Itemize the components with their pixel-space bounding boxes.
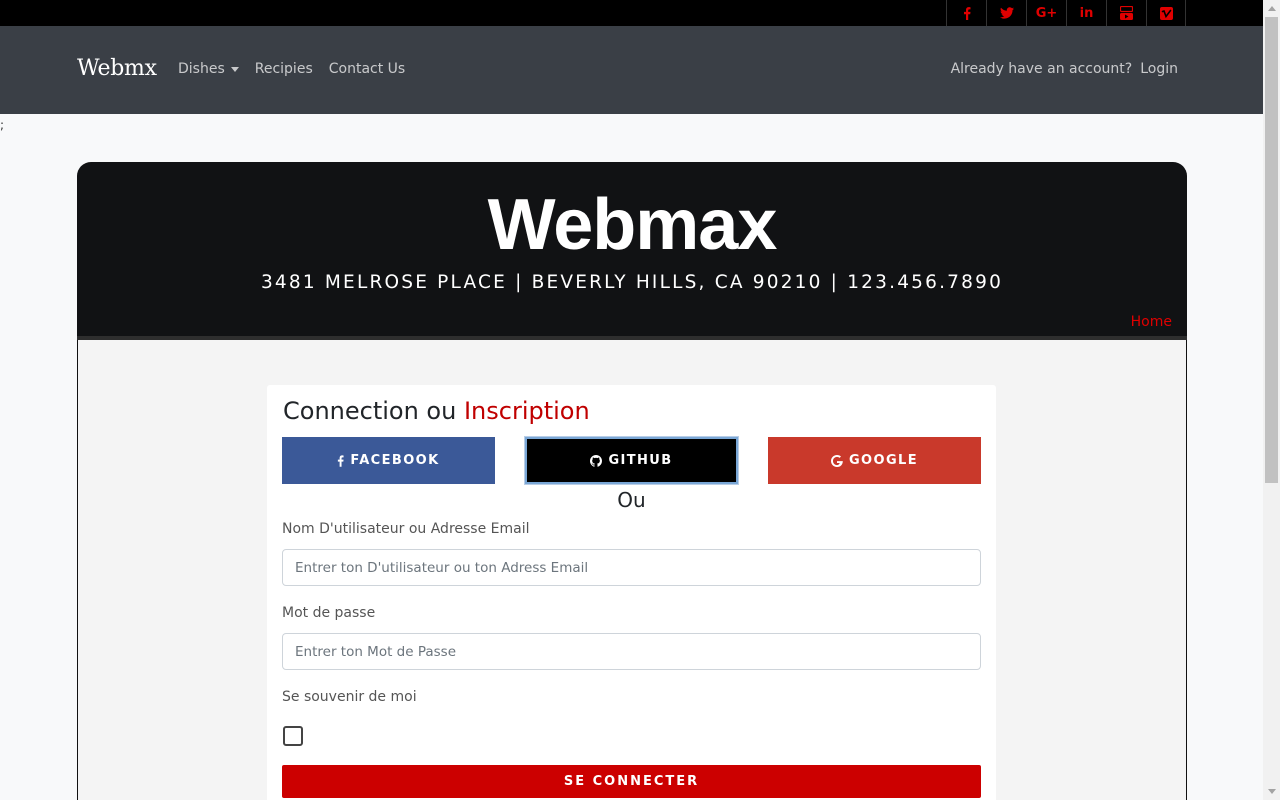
nav-recipes-link[interactable]: Recipies (255, 61, 313, 77)
password-label: Mot de passe (282, 605, 376, 621)
social-links: G+ in (946, 0, 1186, 26)
or-divider: Ou (617, 488, 646, 512)
scroll-up-icon[interactable] (1263, 0, 1280, 17)
google-login-label: GOOGLE (848, 453, 918, 468)
title-inscription[interactable]: Inscription (464, 397, 590, 425)
login-card: Connection ou Inscription FACEBOOK GITHU… (267, 385, 996, 800)
submit-login-button[interactable]: SE CONNECTER (282, 765, 981, 798)
nav-dishes-label: Dishes (178, 61, 225, 77)
account-area: Already have an account? Login (951, 61, 1178, 77)
github-icon (590, 454, 603, 467)
vimeo-icon[interactable] (1146, 0, 1186, 26)
navbar: Webmx Dishes Recipies Contact Us Already… (0, 26, 1263, 114)
hero-header: Webmax 3481 MELROSE PLACE | BEVERLY HILL… (77, 162, 1187, 340)
username-label: Nom D'utilisateur ou Adresse Email (282, 521, 530, 537)
title-connection: Connection ou (283, 397, 457, 425)
brand-logo[interactable]: Webmx (77, 56, 157, 81)
login-card-title: Connection ou Inscription (283, 397, 590, 425)
hero-address: 3481 MELROSE PLACE | BEVERLY HILLS, CA 9… (260, 272, 1004, 293)
chevron-down-icon (230, 66, 239, 72)
scrollbar-thumb[interactable] (1265, 17, 1278, 483)
remember-me-checkbox[interactable] (283, 726, 303, 746)
stray-text: ; (0, 118, 5, 132)
hero-title: Webmax (487, 185, 778, 265)
remember-me-label: Se souvenir de moi (282, 689, 417, 705)
account-prompt: Already have an account? (950, 61, 1133, 77)
nav-links: Dishes Recipies Contact Us (178, 61, 421, 77)
linkedin-glyph: in (1079, 5, 1094, 21)
facebook-icon (337, 454, 344, 467)
youtube-icon[interactable] (1106, 0, 1146, 26)
github-login-label: GITHUB (608, 453, 673, 468)
page-scrollbar[interactable] (1263, 0, 1280, 800)
hero-divider (77, 336, 1187, 340)
google-login-button[interactable]: GOOGLE (768, 437, 981, 484)
login-link[interactable]: Login (1140, 61, 1178, 77)
nav-dishes-dropdown[interactable]: Dishes (178, 61, 239, 77)
username-input[interactable] (282, 549, 981, 586)
twitter-icon[interactable] (986, 0, 1026, 26)
linkedin-icon[interactable]: in (1066, 0, 1106, 26)
google-icon (830, 454, 843, 467)
facebook-icon[interactable] (946, 0, 986, 26)
facebook-login-label: FACEBOOK (350, 453, 440, 468)
github-login-button[interactable]: GITHUB (525, 437, 738, 484)
scroll-down-icon[interactable] (1263, 783, 1280, 800)
social-topbar: G+ in (0, 0, 1263, 26)
password-input[interactable] (282, 633, 981, 670)
breadcrumb-home-link[interactable]: Home (1131, 314, 1172, 330)
google-plus-glyph: G+ (1035, 5, 1058, 21)
google-plus-icon[interactable]: G+ (1026, 0, 1066, 26)
facebook-login-button[interactable]: FACEBOOK (282, 437, 495, 484)
nav-contact-link[interactable]: Contact Us (329, 61, 405, 77)
